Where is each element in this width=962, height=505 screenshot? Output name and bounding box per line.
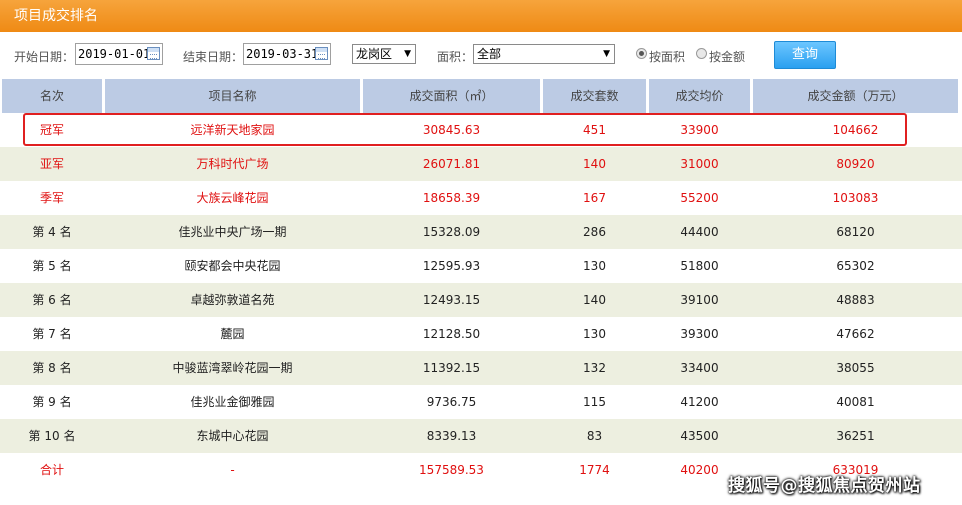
highlight-box — [23, 113, 907, 146]
dropdown-arrow-icon: ▼ — [404, 49, 411, 59]
cell-price: 43500 — [680, 429, 719, 443]
table-row: 季军 大族云峰花园 18658.39 167 55200 103083 — [0, 181, 962, 215]
cell-rank: 亚军 — [39, 157, 64, 171]
column-header: 名次 — [2, 79, 102, 113]
cell-name: 万科时代广场 — [196, 157, 269, 171]
table-row: 第 7 名 麓园 12128.50 130 39300 47662 — [0, 317, 962, 351]
table-row: 亚军 万科时代广场 26071.81 140 31000 80920 — [0, 147, 962, 181]
cell-name: 佳兆业中央广场一期 — [178, 225, 287, 239]
area-value: 全部 — [477, 47, 502, 61]
cell-units: 1774 — [579, 463, 610, 477]
cell-amount: 38055 — [836, 361, 875, 375]
area-select[interactable]: 全部 ▼ — [473, 44, 615, 64]
table-row: 第 10 名 东城中心花园 8339.13 83 43500 36251 — [0, 419, 962, 453]
column-header: 项目名称 — [105, 79, 360, 113]
cell-area: 12493.15 — [422, 293, 481, 307]
cell-amount: 65302 — [836, 259, 875, 273]
end-date-input[interactable]: 2019-03-31 — [243, 43, 331, 65]
cell-rank: 第 8 名 — [32, 361, 72, 375]
cell-area: 18658.39 — [422, 191, 481, 205]
filter-bar: 开始日期： 2019-01-01 结束日期： 2019-03-31 龙岗区 ▼ … — [0, 32, 962, 78]
column-header: 成交面积（㎡） — [363, 79, 540, 113]
end-date-value: 2019-03-31 — [246, 47, 319, 61]
cell-rank: 第 9 名 — [32, 395, 72, 409]
cell-price: 31000 — [680, 157, 719, 171]
cell-price: 55200 — [680, 191, 719, 205]
district-select[interactable]: 龙岗区 ▼ — [352, 44, 416, 64]
start-date-value: 2019-01-01 — [78, 47, 151, 61]
cell-price: 39100 — [680, 293, 719, 307]
cell-name: 东城中心花园 — [196, 429, 269, 443]
radio-by-area-label[interactable]: 按面积 — [649, 48, 685, 65]
calendar-icon[interactable] — [147, 47, 160, 60]
cell-units: 286 — [583, 225, 606, 239]
table-row: 第 4 名 佳兆业中央广场一期 15328.09 286 44400 68120 — [0, 215, 962, 249]
cell-price: 39300 — [680, 327, 719, 341]
start-date-label: 开始日期： — [14, 50, 75, 64]
cell-price: 33400 — [680, 361, 719, 375]
end-date-label: 结束日期： — [183, 50, 244, 64]
cell-area: 15328.09 — [422, 225, 481, 239]
cell-area: 157589.53 — [419, 463, 484, 477]
cell-rank: 第 5 名 — [32, 259, 72, 273]
panel-title-bar: 项目成交排名 — [0, 0, 962, 32]
cell-units: 83 — [586, 429, 603, 443]
cell-units: 130 — [583, 259, 606, 273]
cell-units: 115 — [583, 395, 606, 409]
table-row: 第 8 名 中骏蓝湾翠岭花园一期 11392.15 132 33400 38055 — [0, 351, 962, 385]
cell-name: 颐安都会中央花园 — [184, 259, 281, 273]
cell-units: 167 — [583, 191, 606, 205]
table-row: 第 9 名 佳兆业金御雅园 9736.75 115 41200 40081 — [0, 385, 962, 419]
cell-amount: 68120 — [836, 225, 875, 239]
cell-price: 41200 — [680, 395, 719, 409]
cell-amount: 36251 — [836, 429, 875, 443]
query-button[interactable]: 查询 — [774, 41, 836, 69]
radio-by-amount[interactable] — [696, 48, 707, 59]
cell-rank: 季军 — [39, 191, 64, 205]
district-value: 龙岗区 — [356, 47, 393, 61]
column-header: 成交均价 — [649, 79, 750, 113]
cell-rank: 第 7 名 — [32, 327, 72, 341]
table-row: 第 5 名 颐安都会中央花园 12595.93 130 51800 65302 — [0, 249, 962, 283]
cell-price: 44400 — [680, 225, 719, 239]
cell-name: 卓越弥敦道名苑 — [190, 293, 275, 307]
cell-name: 大族云峰花园 — [196, 191, 269, 205]
start-date-input[interactable]: 2019-01-01 — [75, 43, 163, 65]
radio-by-area[interactable] — [636, 48, 647, 59]
cell-name: 麓园 — [220, 327, 245, 341]
cell-rank: 第 10 名 — [28, 429, 76, 443]
cell-amount: 48883 — [836, 293, 875, 307]
cell-rank: 第 6 名 — [32, 293, 72, 307]
watermark-text: 搜狐号@搜狐焦点贺州站 — [728, 476, 921, 496]
cell-units: 130 — [583, 327, 606, 341]
cell-amount: 40081 — [836, 395, 875, 409]
cell-area: 9736.75 — [426, 395, 477, 409]
cell-amount: 80920 — [836, 157, 875, 171]
cell-name: - — [230, 463, 235, 477]
cell-units: 140 — [583, 293, 606, 307]
cell-units: 132 — [583, 361, 606, 375]
column-header: 成交金额（万元） — [753, 79, 958, 113]
cell-area: 26071.81 — [422, 157, 481, 171]
panel-title: 项目成交排名 — [14, 8, 98, 24]
calendar-icon[interactable] — [315, 47, 328, 60]
cell-name: 佳兆业金御雅园 — [190, 395, 275, 409]
cell-units: 140 — [583, 157, 606, 171]
cell-area: 12595.93 — [422, 259, 481, 273]
table-row: 第 6 名 卓越弥敦道名苑 12493.15 140 39100 48883 — [0, 283, 962, 317]
radio-by-amount-label[interactable]: 按金额 — [709, 48, 745, 65]
cell-name: 中骏蓝湾翠岭花园一期 — [172, 361, 293, 375]
cell-price: 51800 — [680, 259, 719, 273]
cell-amount: 47662 — [836, 327, 875, 341]
cell-rank: 第 4 名 — [32, 225, 72, 239]
dropdown-arrow-icon: ▼ — [603, 49, 610, 59]
cell-amount: 103083 — [832, 191, 879, 205]
column-header: 成交套数 — [543, 79, 646, 113]
cell-area: 12128.50 — [422, 327, 481, 341]
cell-rank: 合计 — [39, 463, 64, 477]
area-label: 面积： — [437, 50, 474, 64]
cell-area: 8339.13 — [426, 429, 477, 443]
cell-area: 11392.15 — [422, 361, 481, 375]
